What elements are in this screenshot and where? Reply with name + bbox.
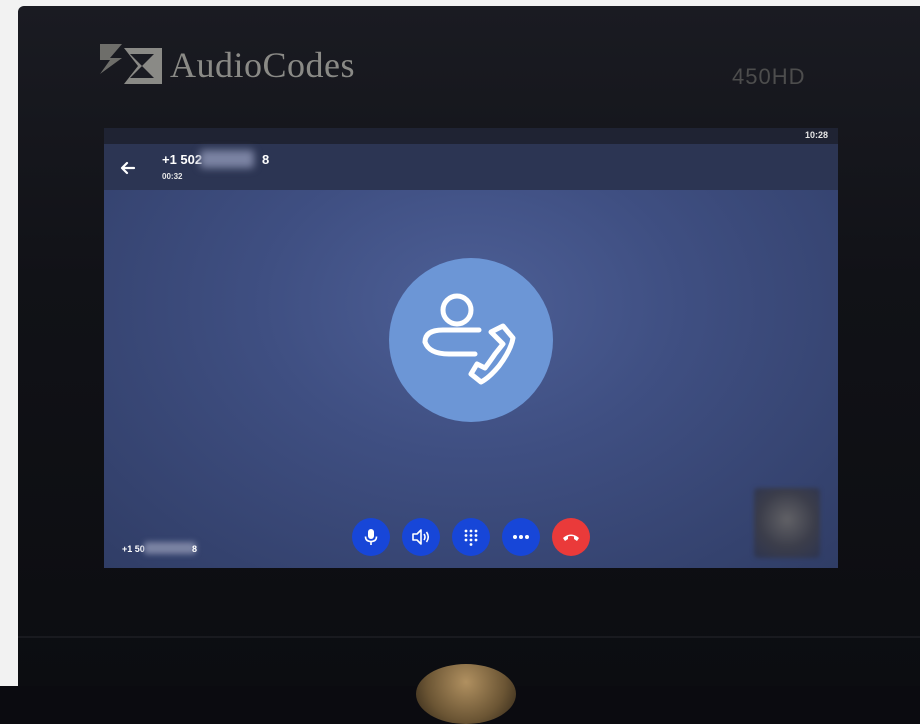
self-video-thumbnail[interactable] xyxy=(754,488,820,558)
more-icon xyxy=(513,535,529,539)
speaker-icon xyxy=(412,529,430,545)
caller-number-suffix: 8 xyxy=(262,152,270,167)
more-button[interactable] xyxy=(502,518,540,556)
redacted-number-blur xyxy=(200,150,254,168)
hangup-icon xyxy=(563,534,579,541)
brand-name: AudioCodes xyxy=(170,45,355,85)
dialpad-icon xyxy=(464,529,478,546)
footer-number: +1 50 xyxy=(122,544,145,554)
navigation-knob[interactable] xyxy=(416,664,516,724)
bezel-divider xyxy=(18,636,920,638)
phone-screen: 10:28 +1 502 8 00:32 +1 50 8 xyxy=(104,128,838,568)
person-phone-icon xyxy=(422,293,516,385)
end-call-button[interactable] xyxy=(552,518,590,556)
footer-number-suffix: 8 xyxy=(192,544,198,554)
microphone-icon xyxy=(364,529,378,545)
status-bar: 10:28 xyxy=(104,128,838,144)
call-duration: 00:32 xyxy=(162,172,183,181)
audiocodes-logo-icon xyxy=(100,44,164,86)
brand-logo: AudioCodes xyxy=(100,44,355,86)
back-arrow-icon[interactable] xyxy=(118,158,138,178)
mute-button[interactable] xyxy=(352,518,390,556)
speaker-button[interactable] xyxy=(402,518,440,556)
caller-avatar xyxy=(389,258,553,422)
keypad-button[interactable] xyxy=(452,518,490,556)
model-label: 450HD xyxy=(732,64,806,89)
call-header: +1 502 8 00:32 xyxy=(104,144,838,190)
caller-number: +1 502 xyxy=(162,152,203,167)
redacted-footer-blur xyxy=(144,542,196,554)
call-controls xyxy=(352,518,590,556)
status-time: 10:28 xyxy=(804,130,828,140)
